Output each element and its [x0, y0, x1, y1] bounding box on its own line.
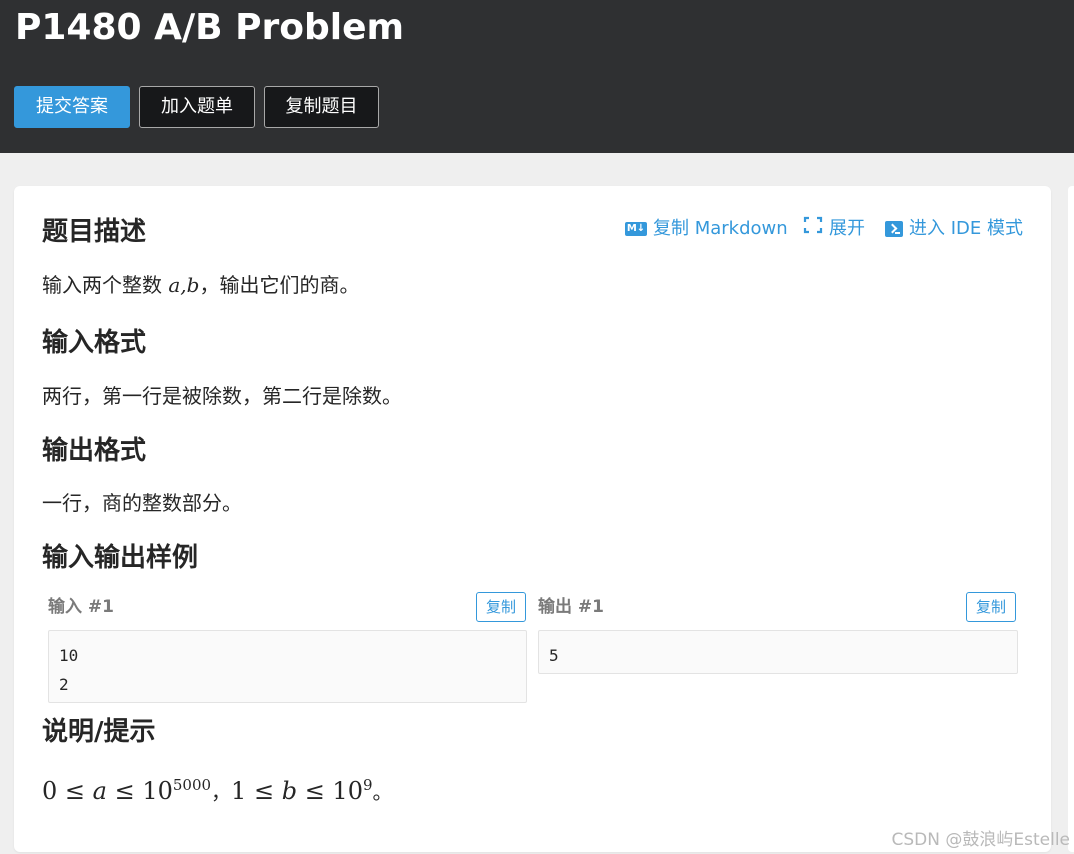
expand-icon	[803, 216, 823, 242]
sample-output-label: 输出 #1	[538, 597, 604, 617]
markdown-icon: M↓	[625, 222, 647, 236]
expand-link[interactable]: 展开	[803, 216, 865, 242]
submit-answer-button[interactable]: 提交答案	[14, 86, 130, 128]
expand-label: 展开	[829, 218, 865, 239]
problem-header: P1480 A/B Problem 提交答案 加入题单 复制题目	[0, 0, 1074, 153]
terminal-icon	[885, 221, 903, 237]
copy-input-button[interactable]: 复制	[476, 592, 526, 622]
problem-card: M↓ 复制 Markdown 展开 进入 IDE 模式 题目描述 输入两个整数 …	[14, 186, 1051, 852]
copy-markdown-link[interactable]: M↓ 复制 Markdown	[625, 216, 788, 242]
add-to-list-button[interactable]: 加入题单	[139, 86, 255, 128]
sample-output-box: 5	[538, 630, 1018, 674]
watermark: CSDN @鼓浪屿Estelle	[891, 830, 1071, 850]
hint-heading: 说明/提示	[42, 717, 156, 747]
output-format-text: 一行，商的整数部分。	[42, 491, 242, 515]
math-ab: a,b	[168, 273, 200, 297]
copy-output-button[interactable]: 复制	[966, 592, 1016, 622]
output-format-heading: 输出格式	[42, 436, 147, 466]
input-format-heading: 输入格式	[42, 328, 147, 358]
side-panel-edge	[1068, 186, 1074, 852]
description-text: 输入两个整数 a,b，输出它们的商。	[42, 273, 360, 297]
sample-input-box: 10 2	[48, 630, 527, 703]
input-format-text: 两行，第一行是被除数，第二行是除数。	[42, 384, 402, 408]
samples-heading: 输入输出样例	[42, 543, 199, 573]
copy-markdown-label: 复制 Markdown	[653, 218, 788, 239]
ide-mode-label: 进入 IDE 模式	[909, 218, 1023, 239]
copy-problem-button[interactable]: 复制题目	[264, 86, 379, 128]
page-title: P1480 A/B Problem	[15, 7, 405, 48]
ide-mode-link[interactable]: 进入 IDE 模式	[885, 216, 1023, 242]
sample-input-label: 输入 #1	[48, 597, 114, 617]
hint-text: 0 ≤ a ≤ 105000，1 ≤ b ≤ 109。	[42, 776, 393, 805]
description-heading: 题目描述	[42, 217, 147, 247]
